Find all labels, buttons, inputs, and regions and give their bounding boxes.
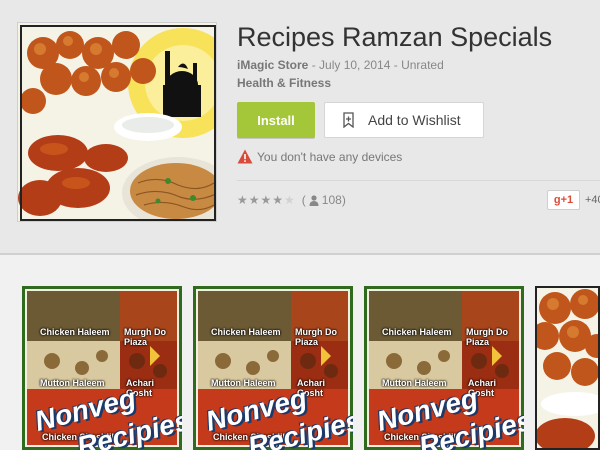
gplus-button[interactable]: g +1	[547, 190, 580, 210]
device-warning: You don't have any devices	[237, 149, 402, 164]
label-chicken-haleem: Chicken Haleem	[211, 327, 281, 337]
header-divider	[0, 253, 600, 255]
label-murgh-do-piaza: Murgh Do Piaza	[124, 327, 166, 347]
rating-count-open: (	[301, 193, 306, 207]
rating-row: ★★★★★ ( 108 )	[237, 193, 346, 207]
label-murgh-do-piaza: Murgh Do Piaza	[466, 327, 508, 347]
app-meta: iMagic Store - July 10, 2014 - Unrated	[237, 58, 444, 72]
warning-text: You don't have any devices	[257, 149, 403, 164]
screenshot-4[interactable]	[535, 286, 600, 450]
warning-icon	[237, 149, 253, 164]
bookmark-plus-icon	[343, 112, 354, 128]
gplus-count: +40	[585, 194, 600, 206]
screenshot-labels: Chicken Haleem Murgh Do Piaza Mutton Hal…	[193, 286, 353, 450]
screenshot-3[interactable]: Chicken Haleem Murgh Do Piaza Mutton Hal…	[364, 286, 524, 450]
label-murgh-do-piaza: Murgh Do Piaza	[295, 327, 337, 347]
label-chicken-haleem: Chicken Haleem	[382, 327, 452, 337]
separator	[237, 180, 600, 181]
app-icon	[17, 22, 217, 222]
person-icon	[309, 194, 319, 206]
screenshot-labels: Chicken Haleem Murgh Do Piaza Mutton Hal…	[364, 286, 524, 450]
star-rating: ★★★★★	[237, 193, 296, 207]
label-chicken-haleem: Chicken Haleem	[40, 327, 110, 337]
label-mutton-haleem: Mutton Haleem	[211, 378, 276, 388]
screenshot-labels: Chicken Haleem Murgh Do Piaza Mutton Hal…	[22, 286, 182, 450]
wishlist-label: Add to Wishlist	[368, 112, 461, 128]
screenshot-1[interactable]: Chicken Haleem Murgh Do Piaza Mutton Hal…	[22, 286, 182, 450]
rating-count: 108	[321, 193, 342, 207]
category-link[interactable]: Health & Fitness	[237, 76, 331, 90]
gplus-label: +1	[560, 194, 574, 206]
add-to-wishlist-button[interactable]: Add to Wishlist	[324, 102, 484, 138]
label-mutton-haleem: Mutton Haleem	[382, 378, 447, 388]
developer-link[interactable]: iMagic Store	[237, 58, 308, 72]
label-mutton-haleem: Mutton Haleem	[40, 378, 105, 388]
app-title: Recipes Ramzan Specials	[237, 22, 553, 52]
meta-date-rating: - July 10, 2014 - Unrated	[308, 58, 444, 72]
rating-count-close: )	[341, 193, 346, 207]
screenshot-2[interactable]: Chicken Haleem Murgh Do Piaza Mutton Hal…	[193, 286, 353, 450]
install-button[interactable]: Install	[237, 102, 315, 138]
